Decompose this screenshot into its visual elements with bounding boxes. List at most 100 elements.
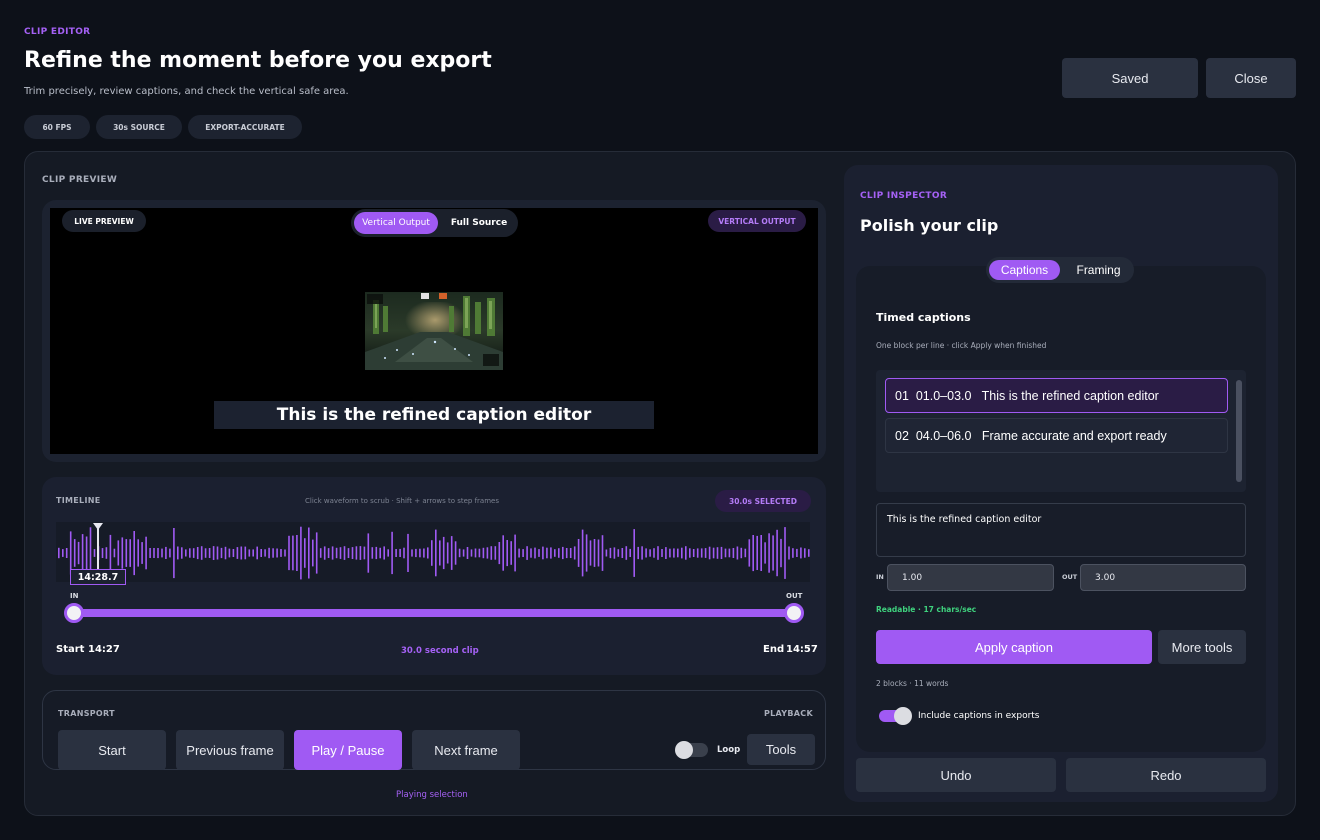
waveform-bar	[308, 527, 310, 579]
tab-framing[interactable]: Framing	[1063, 260, 1134, 280]
saved-button[interactable]: Saved	[1062, 58, 1198, 98]
waveform-bar	[788, 546, 790, 560]
caption-out-field[interactable]: 3.00	[1080, 564, 1246, 591]
in-handle[interactable]	[64, 603, 84, 623]
waveform-bar	[280, 549, 282, 557]
waveform-bar	[704, 548, 707, 558]
waveform-bar	[240, 546, 243, 560]
transport-label: TRANSPORT	[58, 709, 115, 718]
waveform-bar	[605, 549, 608, 557]
waveform-bar	[375, 546, 378, 560]
waveform-bar	[613, 547, 616, 559]
more-tools-button[interactable]: More tools	[1158, 630, 1246, 664]
start-button[interactable]: Start	[58, 730, 166, 770]
waveform-bar	[268, 547, 270, 559]
next-frame-button[interactable]: Next frame	[412, 730, 520, 770]
waveform-bar	[804, 548, 806, 558]
page-subtitle: Trim precisely, review captions, and che…	[24, 86, 349, 97]
waveform-bar	[498, 542, 501, 565]
waveform-bar	[577, 539, 580, 567]
waveform-bar	[673, 548, 675, 558]
toggle-full-source[interactable]: Full Source	[441, 212, 517, 234]
waveform-bar	[58, 547, 60, 559]
waveform-bar	[264, 549, 266, 557]
redo-button[interactable]: Redo	[1066, 758, 1266, 792]
waveform-bar	[125, 539, 128, 567]
waveform-bar	[363, 546, 366, 560]
waveform-bar	[442, 536, 445, 570]
play-pause-button[interactable]: Play / Pause	[294, 730, 402, 770]
waveform-bar	[597, 539, 600, 567]
caption-item-02[interactable]: 02 04.0–06.0 Frame accurate and export r…	[885, 418, 1228, 453]
waveform[interactable]	[56, 524, 810, 582]
waveform-bar	[522, 549, 524, 557]
playhead-handle-icon[interactable]	[93, 523, 103, 530]
tools-button[interactable]: Tools	[747, 734, 815, 765]
waveform-bar	[355, 546, 358, 560]
waveform-bar	[149, 548, 151, 558]
waveform-bar	[716, 547, 719, 559]
waveform-bar	[93, 549, 96, 557]
waveform-bar	[689, 548, 691, 558]
waveform-bar	[450, 536, 453, 570]
waveform-bar	[724, 548, 727, 558]
captions-section-hint: One block per line · click Apply when fi…	[876, 341, 1047, 350]
waveform-bar	[621, 548, 624, 558]
waveform-bar	[62, 549, 64, 557]
waveform-bar	[208, 548, 211, 558]
waveform-bar	[629, 548, 631, 557]
caption-item-01[interactable]: 01 01.0–03.0 This is the refined caption…	[885, 378, 1228, 413]
previous-frame-button[interactable]: Previous frame	[176, 730, 284, 770]
vertical-output-badge: VERTICAL OUTPUT	[708, 210, 806, 232]
caption-list-scrollbar[interactable]	[1236, 380, 1242, 482]
toggle-vertical-output[interactable]: Vertical Output	[354, 212, 438, 234]
waveform-bar	[339, 547, 342, 559]
waveform-bar	[665, 547, 667, 559]
waveform-bar	[391, 531, 393, 575]
waveform-bar	[744, 548, 747, 558]
waveform-bar	[181, 547, 183, 559]
waveform-bar	[534, 547, 536, 559]
waveform-bar	[312, 539, 314, 567]
out-handle[interactable]	[784, 603, 804, 623]
apply-caption-button[interactable]: Apply caption	[876, 630, 1152, 664]
loop-toggle-knob	[675, 741, 693, 759]
caption-text-editor[interactable]: This is the refined caption editor	[876, 503, 1246, 557]
waveform-bar	[601, 535, 604, 571]
start-time: 14:27	[88, 644, 120, 655]
waveform-bar	[153, 548, 155, 558]
waveform-bar	[454, 541, 457, 565]
waveform-bar	[585, 534, 588, 572]
caption-in-field[interactable]: 1.00	[887, 564, 1054, 591]
trim-range-bar[interactable]	[74, 609, 794, 617]
waveform-bar	[288, 535, 290, 571]
waveform-bar	[486, 547, 489, 559]
chip-fps: 60 FPS	[24, 115, 90, 139]
waveform-bar	[482, 547, 485, 559]
waveform-bar	[589, 540, 592, 566]
waveform-bar	[565, 548, 568, 559]
waveform-bar	[276, 548, 278, 558]
waveform-bar	[347, 548, 350, 558]
waveform-bar	[792, 548, 794, 558]
waveform-bar	[494, 546, 497, 560]
waveform-bar	[141, 542, 143, 564]
waveform-bar	[327, 548, 330, 558]
close-button[interactable]: Close	[1206, 58, 1296, 98]
waveform-bar	[192, 548, 195, 558]
waveform-bar	[228, 548, 231, 558]
waveform-bar	[65, 548, 68, 558]
header-eyebrow: CLIP EDITOR	[24, 27, 91, 37]
waveform-bar	[593, 539, 596, 567]
waveform-bar	[403, 547, 405, 559]
waveform-bar	[81, 534, 84, 572]
waveform-bar	[772, 535, 774, 571]
caption-overlay: This is the refined caption editor	[214, 401, 654, 429]
waveform-bar	[712, 547, 715, 559]
tab-captions[interactable]: Captions	[989, 260, 1060, 280]
in-label: IN	[70, 592, 79, 600]
waveform-bar	[736, 546, 739, 560]
waveform-bar	[653, 548, 655, 558]
undo-button[interactable]: Undo	[856, 758, 1056, 792]
caption-out-label: OUT	[1062, 573, 1078, 581]
